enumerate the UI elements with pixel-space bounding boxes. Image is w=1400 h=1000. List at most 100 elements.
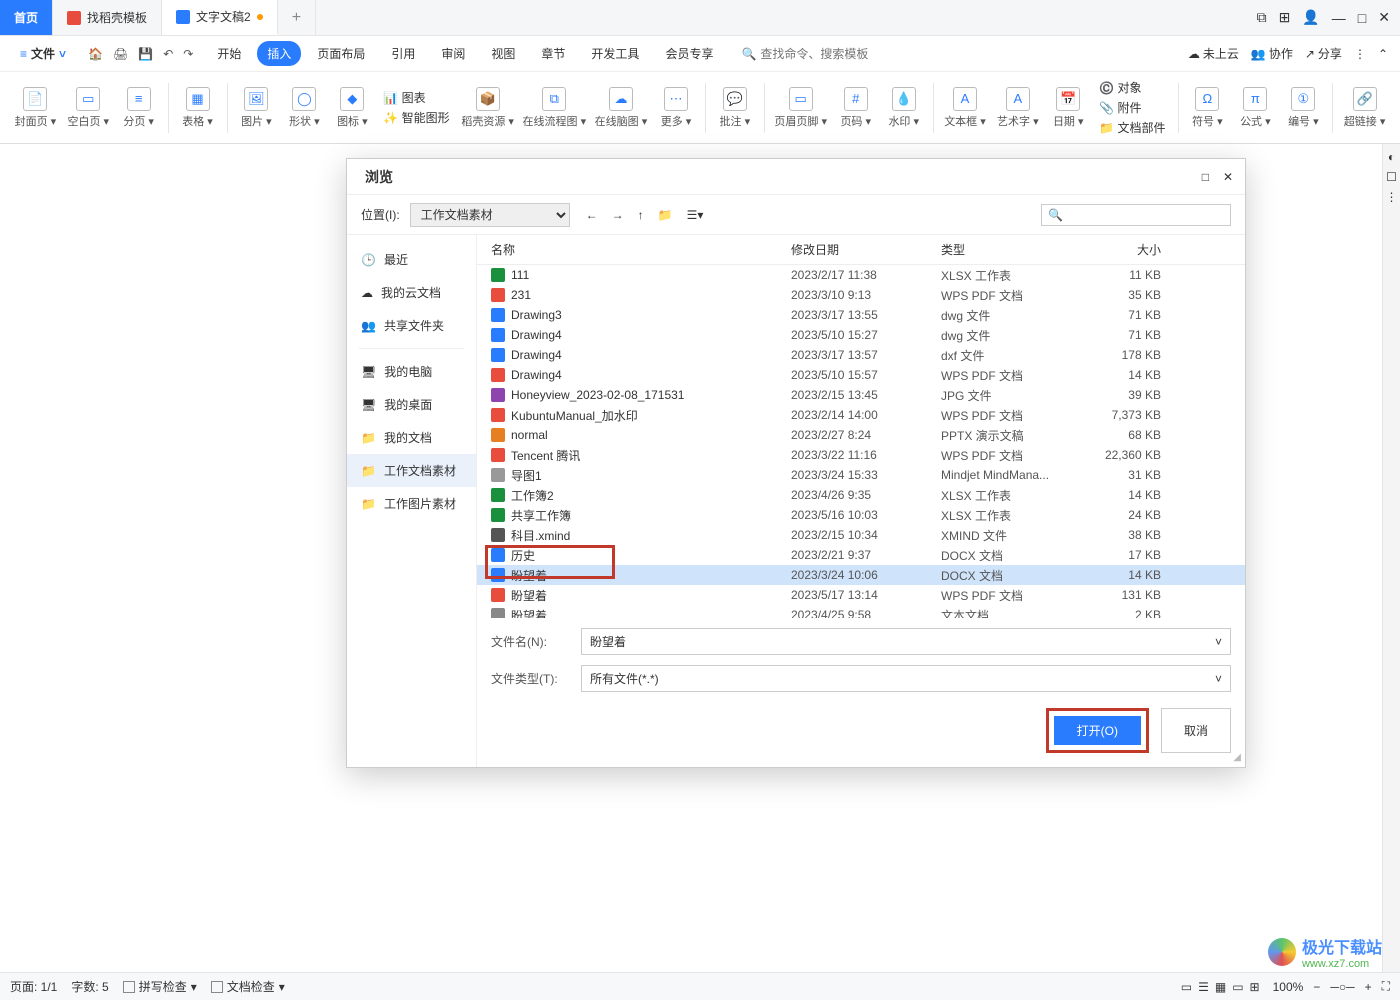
collapse-ribbon-icon[interactable]: ⌃ xyxy=(1378,47,1388,61)
file-row[interactable]: 盼望着2023/4/25 9:58文本文档2 KB xyxy=(477,605,1245,618)
ribbon-封面页[interactable]: 📄封面页 ▾ xyxy=(10,87,61,129)
ribbon-在线脑图[interactable]: ☁在线脑图 ▾ xyxy=(591,87,651,129)
dialog-close-icon[interactable]: ✕ xyxy=(1223,170,1233,184)
file-row[interactable]: 科目.xmind2023/2/15 10:34XMIND 文件38 KB xyxy=(477,525,1245,545)
close-icon[interactable]: ✕ xyxy=(1378,9,1390,26)
sidebar-共享文件夹[interactable]: 👥共享文件夹 xyxy=(347,309,476,342)
tab-doc2[interactable]: 文字文稿2 xyxy=(162,0,278,35)
tab-home[interactable]: 首页 xyxy=(0,0,53,35)
file-row[interactable]: Drawing42023/3/17 13:57dxf 文件178 KB xyxy=(477,345,1245,365)
col-size[interactable]: 大小 xyxy=(1081,241,1161,258)
menu-插入[interactable]: 插入 xyxy=(257,41,301,66)
col-type[interactable]: 类型 xyxy=(941,241,1081,258)
file-list[interactable]: 1112023/2/17 11:38XLSX 工作表11 KB2312023/3… xyxy=(477,265,1245,618)
zoom-out-icon[interactable]: − xyxy=(1313,980,1320,994)
ribbon-编号[interactable]: ①编号 ▾ xyxy=(1280,87,1326,129)
ribbon-艺术字[interactable]: A艺术字 ▾ xyxy=(992,87,1043,129)
file-row[interactable]: 2312023/3/10 9:13WPS PDF 文档35 KB xyxy=(477,285,1245,305)
file-row[interactable]: Drawing42023/5/10 15:57WPS PDF 文档14 KB xyxy=(477,365,1245,385)
nav-back-icon[interactable]: ← xyxy=(586,208,598,222)
zoom-slider[interactable]: ─○─ xyxy=(1330,980,1354,994)
location-select[interactable]: 工作文档素材 xyxy=(410,203,570,227)
resize-grip-icon[interactable]: ◢ xyxy=(1233,752,1241,763)
col-date[interactable]: 修改日期 xyxy=(791,241,941,258)
sidebar-我的桌面[interactable]: 🖥我的桌面 xyxy=(347,388,476,421)
tab-templates[interactable]: 找稻壳模板 xyxy=(53,0,162,35)
view-mode-icon[interactable]: ☰ xyxy=(1198,980,1209,994)
fullscreen-icon[interactable]: ⛶ xyxy=(1382,979,1390,994)
file-row[interactable]: 盼望着2023/3/24 10:06DOCX 文档14 KB xyxy=(477,565,1245,585)
ribbon-水印[interactable]: 💧水印 ▾ xyxy=(881,87,927,129)
view-mode-icon[interactable]: ▭ xyxy=(1232,980,1243,994)
coop-button[interactable]: 👥 协作 xyxy=(1251,45,1293,62)
ribbon-item[interactable]: ©️ 对象 xyxy=(1099,79,1165,96)
filetype-select[interactable]: 所有文件(*.*)˅ xyxy=(581,665,1231,692)
sidebar-工作文档素材[interactable]: 📁工作文档素材 xyxy=(347,454,476,487)
ribbon-文本框[interactable]: A文本框 ▾ xyxy=(940,87,991,129)
file-row[interactable]: 历史2023/2/21 9:37DOCX 文档17 KB xyxy=(477,545,1245,565)
command-search[interactable]: 🔍 xyxy=(741,47,900,61)
menu-开发工具[interactable]: 开发工具 xyxy=(581,41,649,66)
ribbon-形状[interactable]: ◯形状 ▾ xyxy=(281,87,327,129)
menu-视图[interactable]: 视图 xyxy=(481,41,525,66)
dialog-maximize-icon[interactable]: □ xyxy=(1202,170,1209,184)
chevron-down-icon[interactable]: ˅ xyxy=(1215,672,1222,686)
file-row[interactable]: 1112023/2/17 11:38XLSX 工作表11 KB xyxy=(477,265,1245,285)
file-list-header[interactable]: 名称 修改日期 类型 大小 xyxy=(477,235,1245,265)
ribbon-item[interactable]: ✨ 智能图形 xyxy=(383,109,449,126)
view-mode-icon[interactable]: ▦ xyxy=(1215,980,1226,994)
ribbon-公式[interactable]: π公式 ▾ xyxy=(1232,87,1278,129)
open-button[interactable]: 打开(O) xyxy=(1054,716,1141,745)
minimize-icon[interactable]: — xyxy=(1332,10,1346,26)
scroll-more-icon[interactable]: ⋮ xyxy=(1386,190,1398,204)
more-icon[interactable]: ⋮ xyxy=(1354,47,1366,61)
qat-2[interactable]: 💾 xyxy=(138,47,153,61)
word-count[interactable]: 字数: 5 xyxy=(71,978,108,995)
ribbon-图标[interactable]: ◆图标 ▾ xyxy=(329,87,375,129)
dual-view-icon[interactable]: ⧉ xyxy=(1257,9,1267,26)
sidebar-最近[interactable]: 🕒最近 xyxy=(347,243,476,276)
spellcheck-toggle[interactable]: 拼写检查 ▾ xyxy=(123,978,197,995)
menu-章节[interactable]: 章节 xyxy=(531,41,575,66)
scroll-handle-icon[interactable]: ◐ xyxy=(1388,150,1395,164)
chevron-down-icon[interactable]: ˅ xyxy=(1215,635,1222,649)
qat-1[interactable]: 🖨 xyxy=(113,47,128,61)
ribbon-在线流程图[interactable]: ⧉在线流程图 ▾ xyxy=(520,87,589,129)
sidebar-我的云文档[interactable]: ☁我的云文档 xyxy=(347,276,476,309)
ribbon-日期[interactable]: 📅日期 ▾ xyxy=(1045,87,1091,129)
ribbon-图片[interactable]: 🖼图片 ▾ xyxy=(233,87,279,129)
filename-input[interactable]: 盼望着˅ xyxy=(581,628,1231,655)
maximize-icon[interactable]: □ xyxy=(1358,10,1366,26)
file-row[interactable]: 共享工作簿2023/5/16 10:03XLSX 工作表24 KB xyxy=(477,505,1245,525)
page-indicator[interactable]: 页面: 1/1 xyxy=(10,978,57,995)
share-button[interactable]: ↗ 分享 xyxy=(1305,45,1342,62)
sidebar-工作图片素材[interactable]: 📁工作图片素材 xyxy=(347,487,476,520)
tab-new[interactable]: + xyxy=(278,0,316,35)
sidebar-我的电脑[interactable]: 🖥我的电脑 xyxy=(347,355,476,388)
search-input[interactable] xyxy=(760,47,900,61)
menu-审阅[interactable]: 审阅 xyxy=(431,41,475,66)
nav-view-icon[interactable]: ☰▾ xyxy=(687,208,704,222)
menu-开始[interactable]: 开始 xyxy=(207,41,251,66)
ribbon-分页[interactable]: ≡分页 ▾ xyxy=(116,87,162,129)
sidebar-我的文档[interactable]: 📁我的文档 xyxy=(347,421,476,454)
vertical-scrollbar[interactable]: ◐ ☐ ⋮ xyxy=(1382,144,1400,972)
view-mode-icon[interactable]: ⊞ xyxy=(1250,980,1260,994)
ribbon-更多[interactable]: ⋯更多 ▾ xyxy=(653,87,699,129)
cloud-sync[interactable]: ☁ 未上云 xyxy=(1188,45,1239,62)
ribbon-稻壳资源[interactable]: 📦稻壳资源 ▾ xyxy=(458,87,518,129)
menu-会员专享[interactable]: 会员专享 xyxy=(655,41,723,66)
ribbon-页眉页脚[interactable]: ▭页眉页脚 ▾ xyxy=(771,87,831,129)
col-name[interactable]: 名称 xyxy=(491,241,791,258)
file-row[interactable]: Drawing32023/3/17 13:55dwg 文件71 KB xyxy=(477,305,1245,325)
qat-3[interactable]: ↶ xyxy=(163,47,173,61)
file-row[interactable]: KubuntuManual_加水印2023/2/14 14:00WPS PDF … xyxy=(477,405,1245,425)
ribbon-表格[interactable]: ▦表格 ▾ xyxy=(175,87,221,129)
ribbon-item[interactable]: 📎 附件 xyxy=(1099,99,1165,116)
doccheck-toggle[interactable]: 文档检查 ▾ xyxy=(211,978,285,995)
avatar-icon[interactable]: 👤 xyxy=(1302,9,1319,26)
grid-icon[interactable]: ⊞ xyxy=(1279,9,1291,26)
zoom-level[interactable]: 100% xyxy=(1273,980,1304,994)
cancel-button[interactable]: 取消 xyxy=(1161,708,1231,753)
file-row[interactable]: Tencent 腾讯2023/3/22 11:16WPS PDF 文档22,36… xyxy=(477,445,1245,465)
